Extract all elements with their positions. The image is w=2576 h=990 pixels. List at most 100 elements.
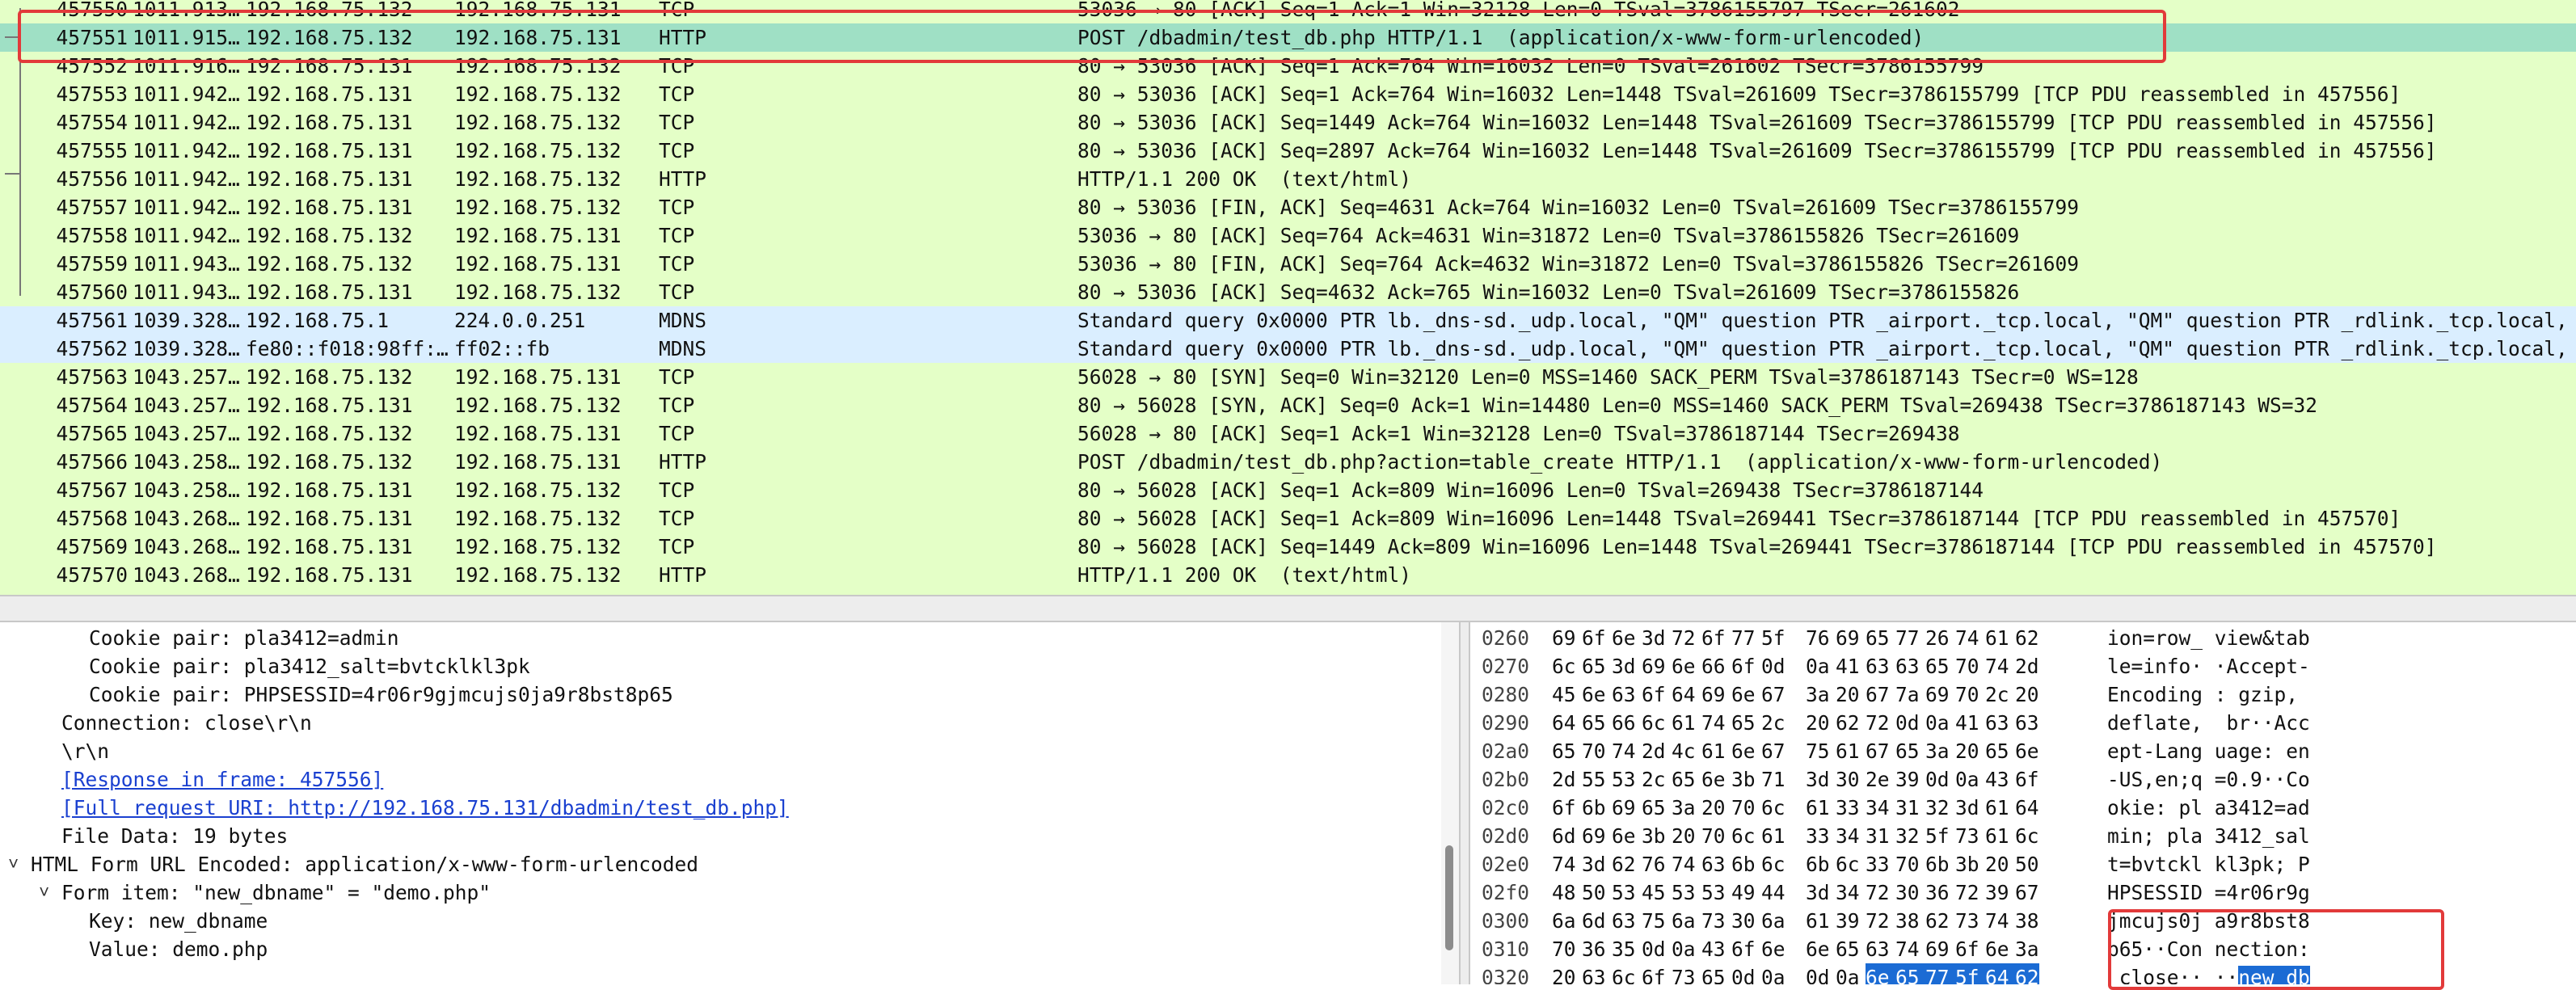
hex-byte[interactable]: 65	[1925, 652, 1955, 680]
packet-row[interactable]: 457565 1043.257… 192.168.75.132 192.168.75.…	[0, 419, 2576, 448]
hex-byte[interactable]: 53	[1612, 878, 1642, 907]
hex-byte[interactable]: 41	[1836, 652, 1866, 680]
hex-byte[interactable]: 70	[1731, 794, 1761, 822]
hex-byte[interactable]: 3d	[1806, 878, 1836, 907]
packet-row[interactable]: 457558 1011.942… 192.168.75.132 192.168.75.…	[0, 221, 2576, 250]
hex-byte[interactable]: 70	[1895, 850, 1925, 878]
hex-byte[interactable]: 0a	[1806, 652, 1836, 680]
hex-byte[interactable]: 6e	[1582, 680, 1612, 709]
details-row[interactable]: Cookie pair: pla3412_salt=bvtcklkl3pk	[0, 652, 1423, 680]
hex-byte[interactable]: 6e	[1806, 935, 1836, 963]
hex-byte[interactable]: 6e	[1731, 737, 1761, 765]
hex-row[interactable]: 02e0 74 3d 62 76 74 63 6b 6c 6b 6c 33 70 6b 3b 20 50 t=bv…	[1470, 850, 2576, 878]
hex-byte[interactable]: 30	[1895, 878, 1925, 907]
hex-byte[interactable]: 6e	[1701, 765, 1731, 794]
hex-byte[interactable]: 2d	[2015, 652, 2039, 680]
hex-byte[interactable]: 3d	[1642, 624, 1672, 652]
hex-byte[interactable]: 65	[1836, 935, 1866, 963]
hex-byte[interactable]: 20	[1806, 709, 1836, 737]
hex-byte[interactable]: 3d	[1612, 652, 1642, 680]
hex-byte[interactable]: 64	[1672, 680, 1701, 709]
hex-byte[interactable]: 34	[1866, 794, 1895, 822]
hex-byte[interactable]: 63	[1582, 963, 1612, 984]
chevron-down-icon[interactable]: ˅	[8, 850, 19, 878]
hex-byte[interactable]: 5f	[1955, 963, 1985, 984]
hex-byte[interactable]: 48	[1552, 878, 1582, 907]
hex-byte[interactable]: 61	[1836, 737, 1866, 765]
hex-byte[interactable]: 65	[1582, 652, 1612, 680]
hex-byte[interactable]: 32	[1895, 822, 1925, 850]
hex-byte[interactable]: 6e	[2015, 737, 2039, 765]
details-row[interactable]: File Data: 19 bytes	[0, 822, 1423, 850]
hex-byte[interactable]: 74	[1895, 935, 1925, 963]
hex-row[interactable]: 02a0 65 70 74 2d 4c 61 6e 67 75 61 67 65 3a 20 65 6e ept-…	[1470, 737, 2576, 765]
hex-byte[interactable]: 65	[1985, 737, 2015, 765]
hex-byte[interactable]: 72	[1866, 878, 1895, 907]
hex-byte[interactable]: 61	[1761, 822, 1785, 850]
hex-byte[interactable]: 6e	[1612, 822, 1642, 850]
details-row[interactable]: ˅ Form item: "new_dbname" = "demo.php"	[0, 878, 1423, 907]
hex-byte[interactable]: 0d	[1925, 765, 1955, 794]
hex-byte[interactable]: 2d	[1642, 737, 1672, 765]
hex-byte[interactable]: 69	[1701, 680, 1731, 709]
hex-byte[interactable]: 65	[1552, 737, 1582, 765]
hex-byte[interactable]: 70	[1552, 935, 1582, 963]
hex-byte[interactable]: 76	[1806, 624, 1836, 652]
hex-byte[interactable]: 74	[1612, 737, 1642, 765]
packet-row[interactable]: 457568 1043.268… 192.168.75.131 192.168.75.…	[0, 504, 2576, 533]
hex-byte[interactable]: 20	[1552, 963, 1582, 984]
hex-byte[interactable]: 63	[1985, 709, 2015, 737]
hex-byte[interactable]: 65	[1895, 963, 1925, 984]
hex-byte[interactable]: 6c	[1761, 850, 1785, 878]
hex-byte[interactable]: 20	[1836, 680, 1866, 709]
packet-row[interactable]: 457554 1011.942… 192.168.75.131 192.168.75.…	[0, 108, 2576, 137]
hex-byte[interactable]: 71	[1761, 765, 1785, 794]
hex-byte[interactable]: 74	[1552, 850, 1582, 878]
chevron-down-icon[interactable]: ˅	[39, 878, 49, 907]
hex-byte[interactable]: 0d	[1895, 709, 1925, 737]
hex-byte[interactable]: 70	[1701, 822, 1731, 850]
hex-byte[interactable]: 72	[1955, 878, 1985, 907]
hex-byte[interactable]: 61	[1985, 624, 2015, 652]
hex-byte[interactable]: 55	[1582, 765, 1612, 794]
hex-byte[interactable]: 3a	[1925, 737, 1955, 765]
hex-byte[interactable]: 6c	[1731, 822, 1761, 850]
hex-byte[interactable]: 38	[1895, 907, 1925, 935]
hex-byte[interactable]: 63	[1895, 652, 1925, 680]
hex-byte[interactable]: 43	[1985, 765, 2015, 794]
hex-byte[interactable]: 50	[1582, 878, 1612, 907]
hex-byte[interactable]: 6c	[1836, 850, 1866, 878]
packet-list[interactable]: 457550 1011.913… 192.168.75.132 192.168.75.…	[0, 0, 2576, 595]
hex-byte[interactable]: 34	[1836, 878, 1866, 907]
hex-byte[interactable]: 73	[1672, 963, 1701, 984]
hex-row[interactable]: 02c0 6f 6b 69 65 3a 20 70 6c 61 33 34 31 32 3d 61 64 okie…	[1470, 794, 2576, 822]
hex-byte[interactable]: 62	[2015, 624, 2039, 652]
hex-byte[interactable]: 63	[1612, 680, 1642, 709]
packet-row[interactable]: 457566 1043.258… 192.168.75.132 192.168.75.…	[0, 448, 2576, 476]
hex-row[interactable]: 02b0 2d 55 53 2c 65 6e 3b 71 3d 30 2e 39 0d 0a 43 6f -US,…	[1470, 765, 2576, 794]
hex-byte[interactable]: 36	[1925, 878, 1955, 907]
hex-byte[interactable]: 69	[1836, 624, 1866, 652]
hex-byte[interactable]: 62	[1925, 907, 1955, 935]
hex-byte[interactable]: 62	[1836, 709, 1866, 737]
hex-byte[interactable]: 33	[1836, 794, 1866, 822]
hex-byte[interactable]: 66	[1612, 709, 1642, 737]
hex-byte[interactable]: 3d	[1806, 765, 1836, 794]
hex-byte[interactable]: 69	[1642, 652, 1672, 680]
hex-byte[interactable]: 20	[2015, 680, 2039, 709]
hex-byte[interactable]: 6a	[1552, 907, 1582, 935]
hex-byte[interactable]: 61	[1985, 822, 2015, 850]
packet-row[interactable]: 457561 1039.328… 192.168.75.1 224.0.0.251 MD…	[0, 306, 2576, 335]
hex-byte[interactable]: 6d	[1552, 822, 1582, 850]
hex-byte[interactable]: 6f	[1955, 935, 1985, 963]
hex-byte[interactable]: 6f	[1642, 680, 1672, 709]
hex-byte[interactable]: 26	[1925, 624, 1955, 652]
details-scrollbar[interactable]	[1441, 622, 1459, 984]
hex-byte[interactable]: 72	[1866, 709, 1895, 737]
hex-byte[interactable]: 45	[1642, 878, 1672, 907]
details-row[interactable]: Cookie pair: PHPSESSID=4r06r9gjmcujs0ja9…	[0, 680, 1423, 709]
hex-byte[interactable]: 20	[1985, 850, 2015, 878]
hex-byte[interactable]: 74	[1672, 850, 1701, 878]
hex-byte[interactable]: 6e	[1612, 624, 1642, 652]
hex-byte[interactable]: 41	[1955, 709, 1985, 737]
